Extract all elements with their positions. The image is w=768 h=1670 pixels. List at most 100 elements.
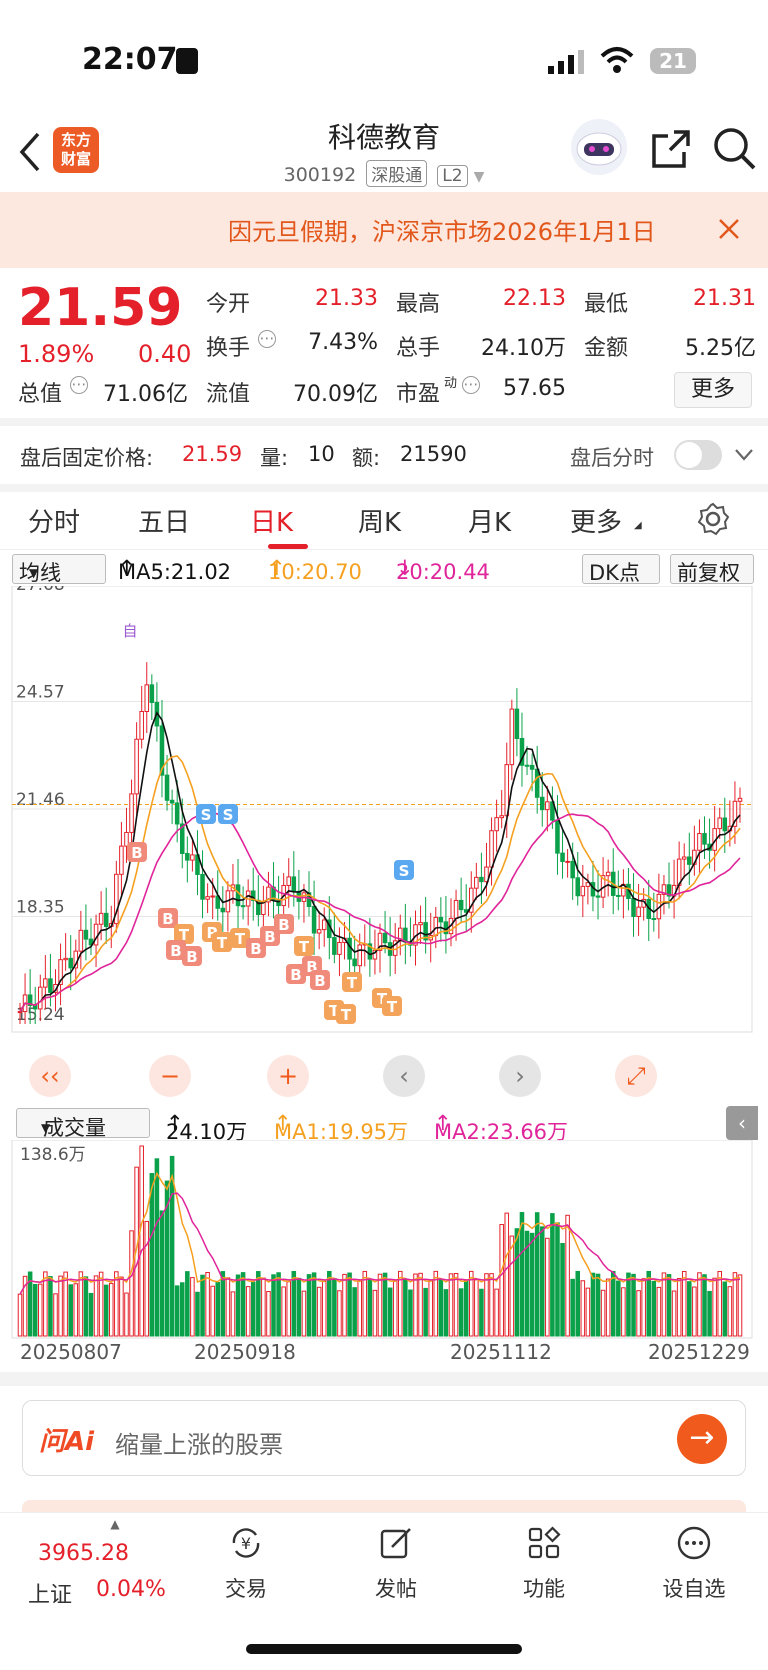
wifi-icon (600, 47, 634, 73)
volume-bar (291, 1271, 297, 1337)
candle-body (311, 905, 317, 934)
volume-bar (529, 1232, 535, 1337)
scroll-left-button[interactable]: ‹‹ (29, 1055, 71, 1097)
holiday-notice[interactable]: 因元旦假期，沪深京市场2026年1月1日 (0, 192, 768, 268)
candle-body (595, 895, 601, 898)
search-icon[interactable] (712, 126, 758, 172)
volume-bar (423, 1287, 428, 1337)
ai-placeholder[interactable]: 缩量上涨的股票 (115, 1425, 283, 1460)
candle-body (83, 929, 89, 940)
volume-chart[interactable]: 138.6万 (0, 1140, 768, 1340)
nav-function[interactable]: 功能 (484, 1525, 604, 1603)
tab-daily-k[interactable]: 日K (250, 502, 309, 549)
nav-trade[interactable]: ¥ 交易 (186, 1525, 306, 1603)
next-button[interactable]: › (499, 1055, 541, 1097)
volume-selector[interactable]: 成交量 ▼ (16, 1108, 150, 1140)
volume-bar (545, 1237, 550, 1337)
change-amount: 0.40 (138, 340, 192, 368)
candle-body (555, 819, 560, 854)
volume-bar (220, 1271, 226, 1337)
candle-body (321, 919, 327, 931)
volume-value: 24.10万 (481, 336, 566, 361)
caret-icon: ◢ (634, 520, 642, 531)
adjust-button[interactable]: 前复权 (670, 554, 754, 585)
tab-monthly-k[interactable]: 月K (468, 502, 511, 539)
pe-label: 市盈 (396, 382, 441, 407)
tab-timeshare[interactable]: 分时 (28, 502, 80, 539)
volume-bar (474, 1279, 479, 1337)
tag-level: L2 (437, 165, 468, 187)
nav-watchlist-label: 设自选 (662, 1577, 726, 1601)
amount-label: 金额 (584, 336, 629, 361)
tab-weekly-k[interactable]: 周K (358, 502, 401, 539)
volume-bar (377, 1273, 383, 1337)
tab-more[interactable]: 更多 (570, 502, 622, 539)
more-button[interactable]: 更多 (674, 372, 752, 408)
zoom-out-button[interactable]: − (149, 1055, 191, 1097)
info-icon[interactable]: ⋯ (462, 376, 480, 394)
index-pct: 0.04% (96, 1577, 166, 1602)
settings-icon[interactable] (696, 502, 730, 536)
volume-bar (666, 1274, 672, 1337)
candle-body (681, 856, 687, 860)
t-marker: T (347, 974, 358, 992)
volume-bar (463, 1279, 469, 1337)
candle-body (474, 876, 479, 889)
volume-bar (337, 1290, 342, 1337)
divider (0, 418, 768, 426)
volume-bar (124, 1292, 129, 1337)
volume-bar (626, 1272, 631, 1337)
volume-bar (98, 1271, 104, 1337)
candlestick-chart[interactable]: 27.6824.5721.4618.3515.24自BSSSBTBBPTTBBB… (0, 586, 768, 1102)
share-icon[interactable] (650, 128, 692, 170)
candle-body (458, 899, 464, 911)
volume-bar (484, 1273, 489, 1337)
after-timeshare-toggle[interactable] (674, 440, 722, 470)
vol-ma1: MA1:19.95万 ↑ (274, 1111, 409, 1144)
status-time: 22:07 (82, 42, 178, 77)
yuan-exchange-icon: ¥ (232, 1528, 260, 1558)
prev-button[interactable]: ‹ (383, 1055, 425, 1097)
zoom-in-button[interactable]: + (267, 1055, 309, 1097)
info-icon[interactable]: ⋯ (70, 376, 88, 394)
volume-bar (707, 1290, 712, 1337)
robot-avatar-icon[interactable] (570, 118, 628, 176)
volume-bar (190, 1277, 195, 1337)
candle-body (687, 856, 692, 865)
dk-point-button[interactable]: DK点 (582, 554, 660, 585)
close-icon[interactable] (718, 218, 740, 240)
tab-five-day[interactable]: 五日 (138, 502, 190, 539)
volume-bar (73, 1283, 79, 1337)
volume-bar (722, 1281, 728, 1337)
volume-bar (261, 1277, 266, 1337)
volume-bar (306, 1274, 312, 1337)
vol-value: 24.10万 ↑ (166, 1111, 248, 1144)
volume-bar (357, 1280, 362, 1337)
nav-watchlist[interactable]: 设自选 (634, 1525, 754, 1603)
chevron-down-icon[interactable] (734, 448, 754, 462)
fullscreen-button[interactable]: ⤢ (615, 1055, 657, 1097)
info-icon[interactable]: ⋯ (258, 330, 276, 348)
stock-header: 东方 财富 科德教育 300192 深股通 L2 ▼ (0, 110, 768, 192)
candle-body (529, 764, 535, 770)
date-axis: 20250807 20250918 20251112 20251229 (0, 1340, 768, 1370)
ma-selector[interactable]: 均线 ▼ (12, 554, 106, 585)
volume-bar (413, 1273, 418, 1337)
arrow-right-icon[interactable]: → (677, 1414, 727, 1464)
candle-body (235, 884, 241, 907)
date-label: 20251229 (648, 1340, 750, 1364)
candle-body (722, 817, 728, 832)
collapse-panel-button[interactable]: ‹ (726, 1106, 758, 1140)
zoom-in-button-icon: + (278, 1062, 298, 1090)
float-label: 流值 (206, 382, 251, 407)
index-ticker[interactable]: ▲ 3965.28 上证 0.04% (20, 1517, 170, 1608)
candle-body (580, 885, 586, 897)
candle-body (210, 895, 215, 898)
candle-body (560, 852, 565, 862)
float-value: 70.09亿 (293, 382, 378, 407)
candle-body (261, 901, 266, 916)
ai-search-box[interactable]: 问Ai 缩量上涨的股票 → (22, 1400, 746, 1476)
scroll-left-button-icon: ‹‹ (40, 1062, 59, 1090)
nav-post[interactable]: 发帖 (336, 1525, 456, 1603)
buy-marker: B (250, 940, 261, 958)
